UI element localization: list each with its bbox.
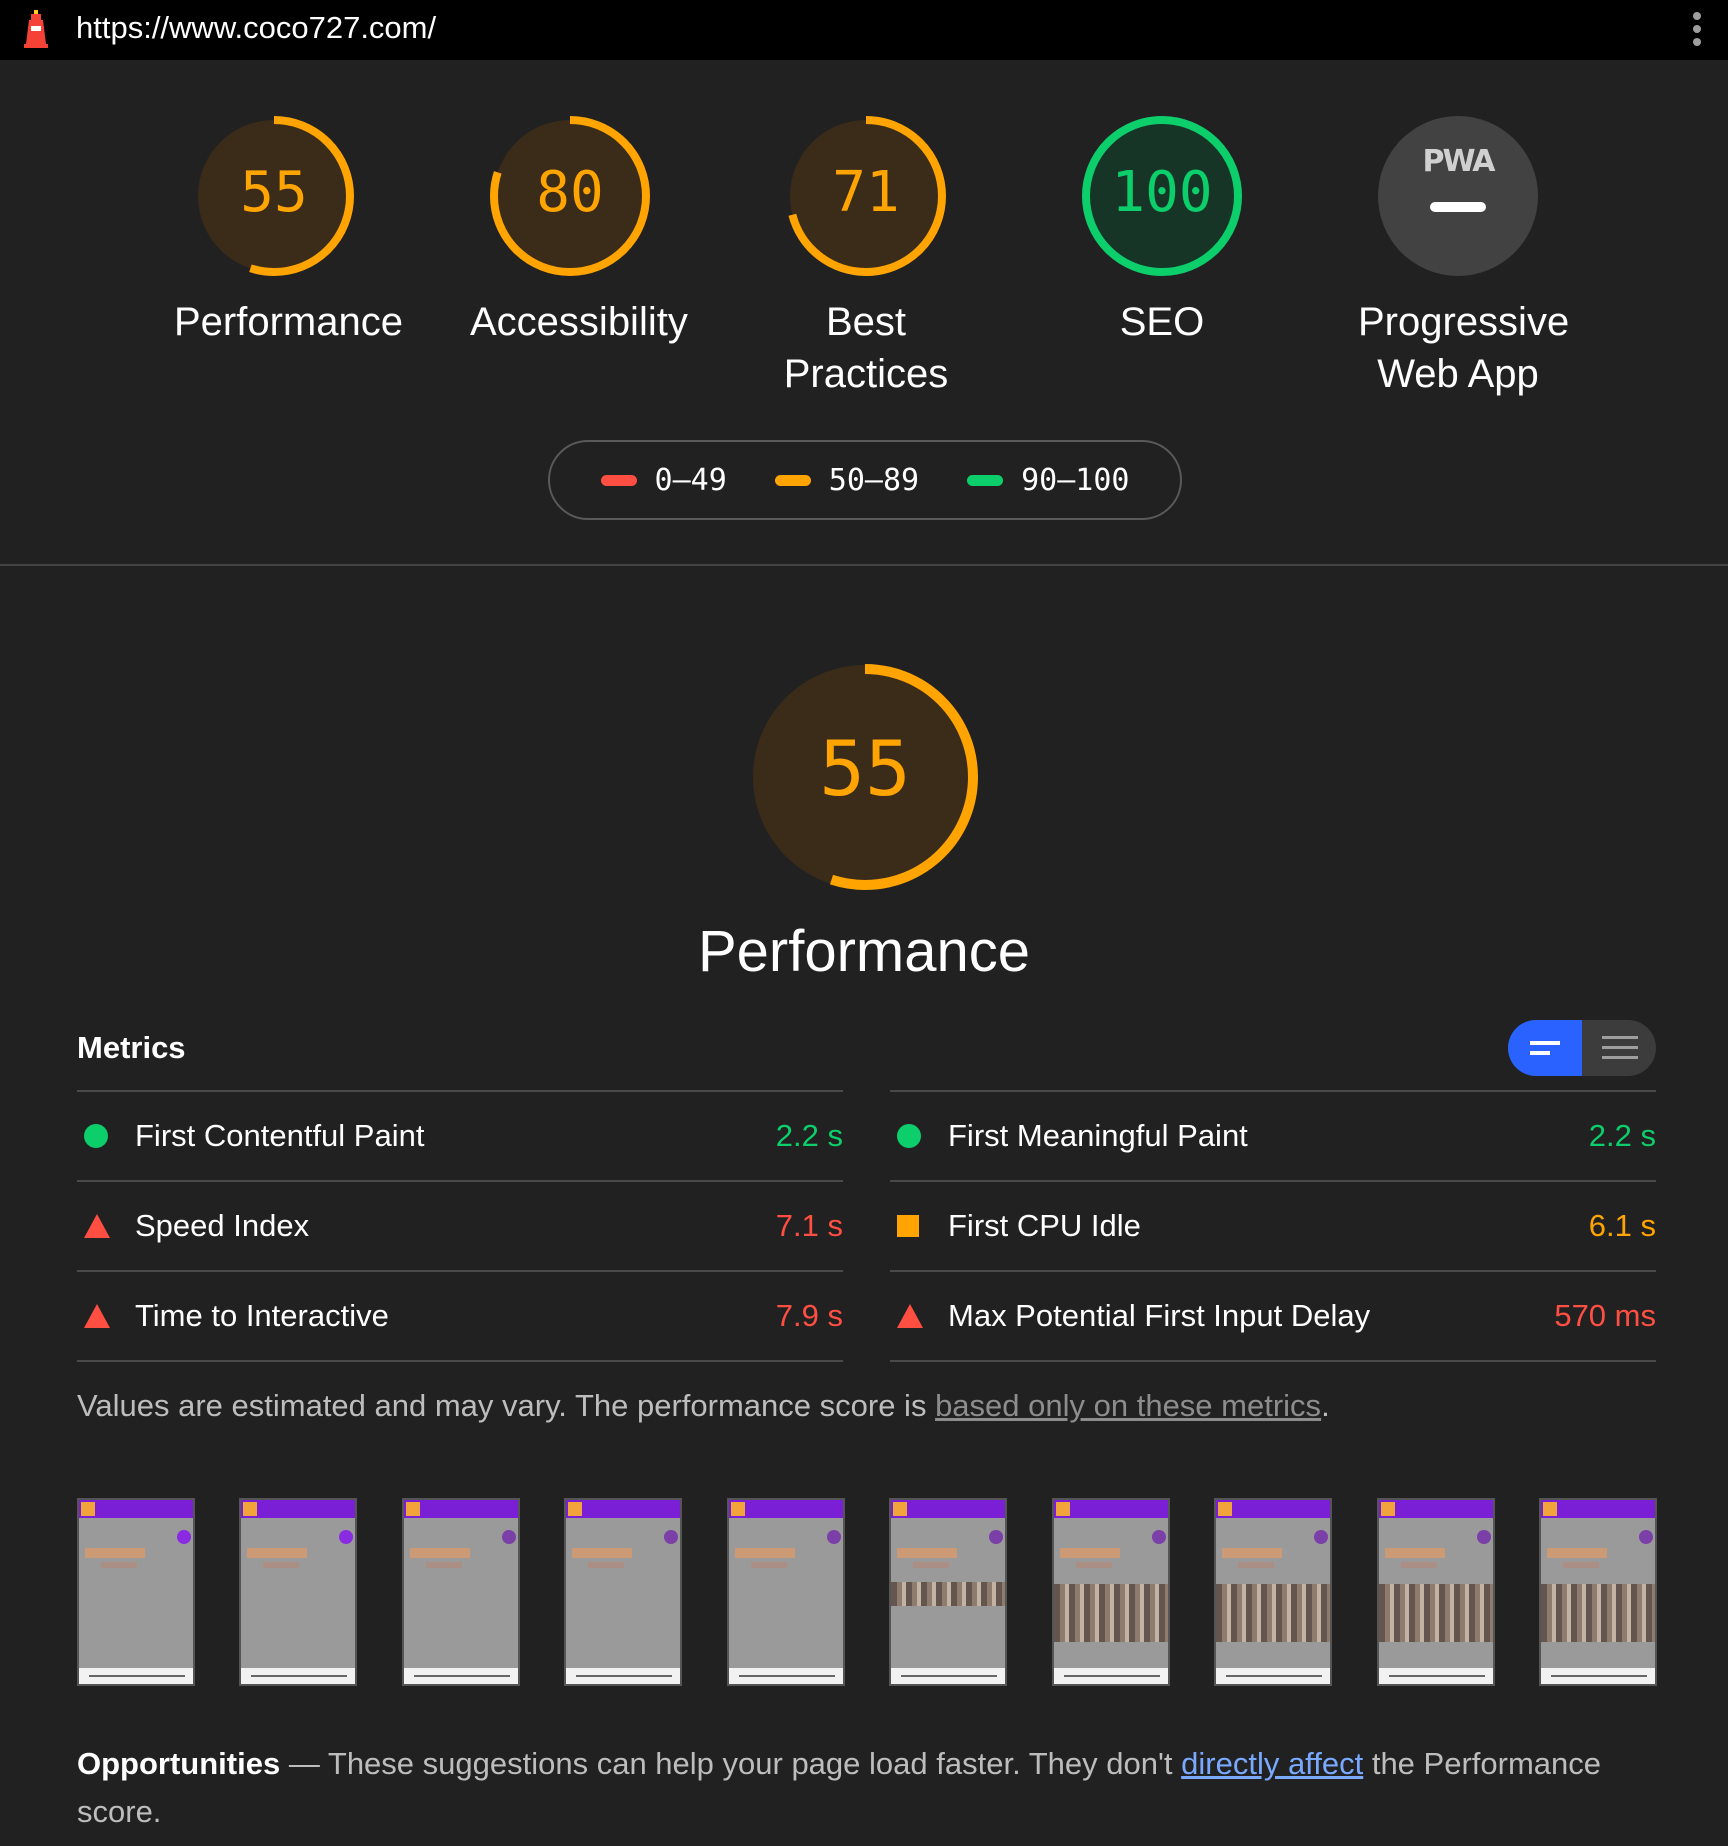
filmstrip-frame <box>564 1498 683 1686</box>
lighthouse-logo-icon <box>24 10 48 48</box>
accessibility-score: 80 <box>536 160 604 225</box>
metrics-heading: Metrics <box>77 1030 186 1065</box>
pwa-label: Progressive Web App <box>1358 296 1570 400</box>
pass-circle-icon <box>897 1124 921 1148</box>
best-practices-score: 71 <box>832 160 900 225</box>
average-square-icon <box>897 1215 919 1237</box>
pwa-label-line2: Web App <box>1377 352 1539 396</box>
metric-first-cpu-idle: First CPU Idle 6.1 s <box>890 1180 1656 1270</box>
top-bar: https://www.coco727.com/ <box>0 0 1728 60</box>
fail-triangle-icon <box>84 1304 110 1328</box>
performance-label: Performance <box>174 300 403 344</box>
metric-first-meaningful-paint: First Meaningful Paint 2.2 s <box>890 1090 1656 1180</box>
accessibility-label: Accessibility <box>470 300 688 344</box>
metric-name: First Contentful Paint <box>135 1118 425 1153</box>
filmstrip-frame <box>401 1498 520 1686</box>
metrics-note: Values are estimated and may vary. The p… <box>77 1388 1330 1424</box>
metric-name: First CPU Idle <box>948 1208 1141 1243</box>
gauge-seo[interactable]: 100 SEO <box>1062 112 1262 348</box>
filmstrip <box>77 1498 1657 1688</box>
opportunities-title: Opportunities <box>77 1746 281 1781</box>
metrics-view-toggle[interactable] <box>1508 1020 1656 1076</box>
opportunities-description: — These suggestions can help your page l… <box>280 1746 1182 1781</box>
gauge-pwa[interactable]: PWA Progressive Web App <box>1358 112 1570 400</box>
legend-pass-label: 90–100 <box>1021 462 1130 498</box>
metric-max-potential-fid: Max Potential First Input Delay 570 ms <box>890 1270 1656 1362</box>
more-options-icon[interactable] <box>1692 12 1702 48</box>
fail-triangle-icon <box>84 1214 110 1238</box>
filmstrip-frame <box>1051 1498 1170 1686</box>
best-practices-label: Best Practices <box>783 300 949 396</box>
metric-time-to-interactive: Time to Interactive 7.9 s <box>77 1270 843 1362</box>
metric-value: 2.2 s <box>775 1118 843 1153</box>
metric-speed-index: Speed Index 7.1 s <box>77 1180 843 1270</box>
metric-value: 7.1 s <box>775 1208 843 1243</box>
legend-average-label: 50–89 <box>828 462 920 498</box>
metrics-column-left: First Contentful Paint 2.2 s Speed Index… <box>77 1090 843 1362</box>
fail-swatch-icon <box>600 474 637 486</box>
metrics-calculator-link[interactable]: based only on these metrics <box>935 1388 1321 1423</box>
seo-score: 100 <box>1111 160 1213 225</box>
pwa-badge-text: PWA <box>1422 144 1496 179</box>
short-lines-icon <box>1530 1041 1560 1055</box>
pwa-label-line1: Progressive <box>1358 300 1570 344</box>
opportunities-header: Opportunities — These suggestions can he… <box>77 1740 1637 1836</box>
gauge-performance[interactable]: 55 Performance <box>174 112 403 348</box>
seo-label: SEO <box>1119 300 1205 344</box>
metric-first-contentful-paint: First Contentful Paint 2.2 s <box>77 1090 843 1180</box>
page-url: https://www.coco727.com/ <box>76 10 437 45</box>
metric-value: 7.9 s <box>775 1298 843 1333</box>
fail-triangle-icon <box>897 1304 923 1328</box>
metric-name: Time to Interactive <box>135 1298 389 1333</box>
gauge-best-practices[interactable]: 71 Best Practices <box>766 112 966 400</box>
metric-name: Speed Index <box>135 1208 310 1243</box>
filmstrip-frame <box>726 1498 845 1686</box>
filmstrip-frame <box>889 1498 1008 1686</box>
legend-average: 50–89 <box>774 462 920 498</box>
performance-big-score: 55 <box>819 724 911 813</box>
legend-fail-label: 0–49 <box>654 462 727 498</box>
metric-value: 570 ms <box>1554 1298 1656 1333</box>
pwa-badge-icon <box>1378 116 1538 276</box>
filmstrip-frame <box>1538 1498 1657 1686</box>
section-divider <box>0 564 1728 566</box>
pass-swatch-icon <box>967 474 1004 486</box>
metric-value: 2.2 s <box>1588 1118 1656 1153</box>
metric-name: First Meaningful Paint <box>948 1118 1248 1153</box>
long-lines-icon <box>1602 1036 1638 1059</box>
metrics-column-right: First Meaningful Paint 2.2 s First CPU I… <box>890 1090 1656 1362</box>
note-suffix: . <box>1321 1388 1330 1423</box>
legend-fail: 0–49 <box>600 462 727 498</box>
metric-name: Max Potential First Input Delay <box>948 1298 1371 1333</box>
pass-circle-icon <box>84 1124 108 1148</box>
gauge-accessibility[interactable]: 80 Accessibility <box>470 112 688 348</box>
filmstrip-frame <box>77 1498 195 1686</box>
filmstrip-frame <box>1214 1498 1333 1686</box>
filmstrip-frame <box>1376 1498 1495 1686</box>
performance-section-title: Performance <box>697 919 1031 984</box>
performance-score: 55 <box>240 160 308 225</box>
average-swatch-icon <box>774 474 811 486</box>
directly-affect-link[interactable]: directly affect <box>1181 1746 1363 1781</box>
filmstrip-frame <box>239 1498 358 1686</box>
legend-pass: 90–100 <box>967 463 1129 498</box>
expanded-view-button[interactable] <box>1582 1020 1656 1076</box>
compact-view-button[interactable] <box>1508 1020 1582 1076</box>
score-legend: 0–49 50–89 90–100 <box>548 440 1182 520</box>
metric-value: 6.1 s <box>1588 1208 1656 1243</box>
note-text: Values are estimated and may vary. The p… <box>77 1388 936 1423</box>
